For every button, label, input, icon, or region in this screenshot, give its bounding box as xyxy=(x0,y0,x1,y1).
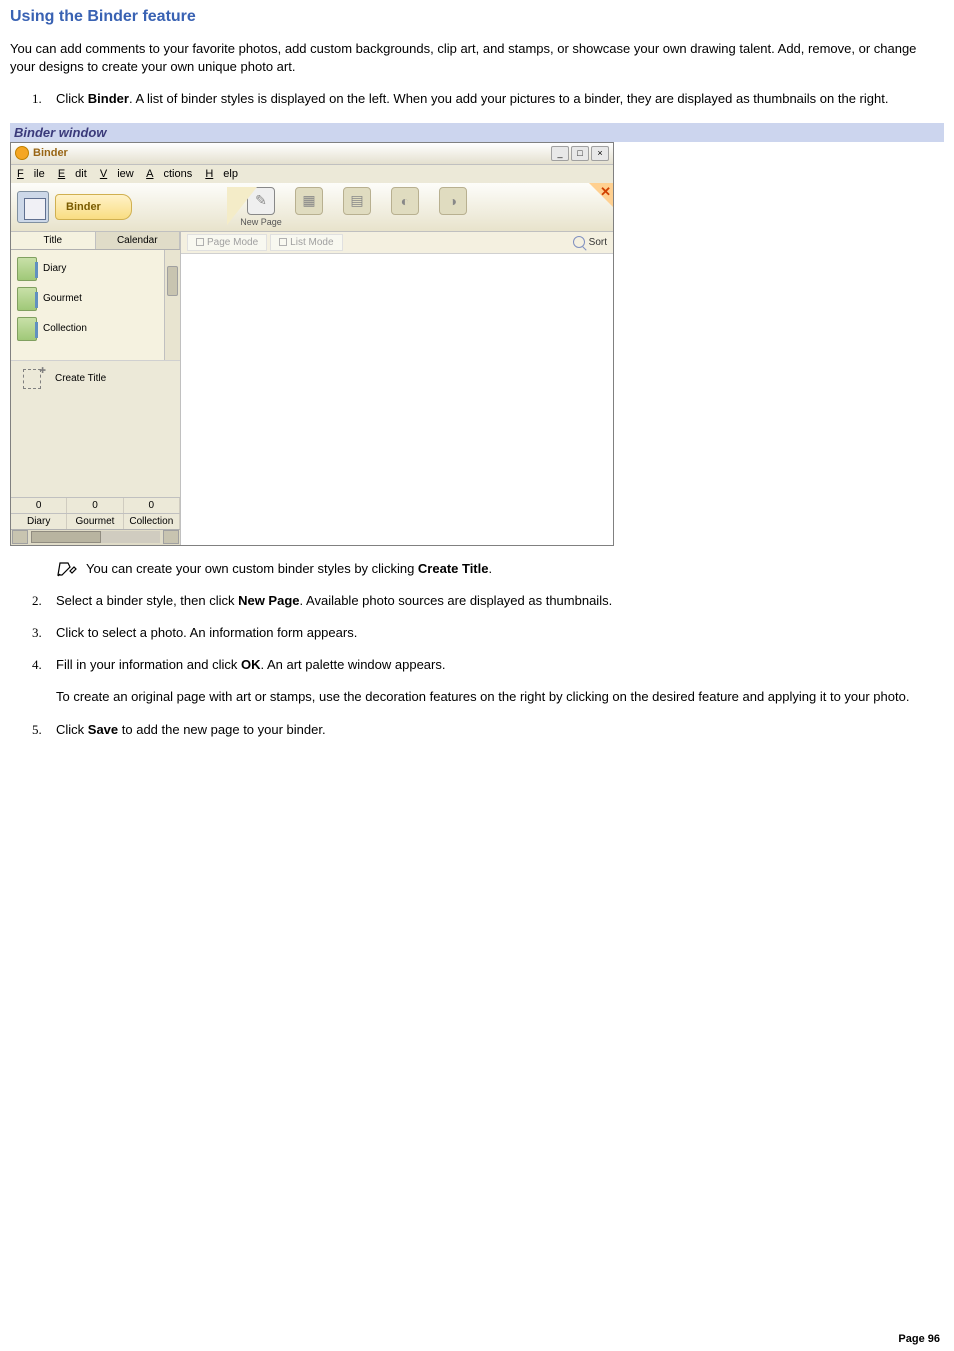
tool-button-4[interactable]: ◐ xyxy=(387,187,423,227)
toolbar-left: Binder xyxy=(11,183,221,231)
page-number: Page 96 xyxy=(0,1327,954,1351)
tool-button-2[interactable]: ▦ xyxy=(291,187,327,227)
tool-icon: ◑ xyxy=(439,187,467,215)
count-label-collection: Collection xyxy=(124,514,180,529)
thumbnail-area xyxy=(181,254,613,520)
style-item-collection[interactable]: Collection xyxy=(15,314,176,344)
step-2: 2. Select a binder style, then click New… xyxy=(56,592,944,610)
binder-window-screenshot: Binder _ □ × File Edit View Actions Help… xyxy=(10,142,614,546)
count-label-gourmet: Gourmet xyxy=(67,514,123,529)
tool-icon: ◐ xyxy=(391,187,419,215)
step-4: 4. Fill in your information and click OK… xyxy=(56,656,944,706)
close-button[interactable]: × xyxy=(591,146,609,161)
screenshot-caption: Binder window xyxy=(10,123,944,142)
create-title-icon xyxy=(23,369,41,389)
create-title-button[interactable]: Create Title xyxy=(11,360,180,397)
step-5: 5. Click Save to add the new page to you… xyxy=(56,721,944,739)
count-collection: 0 xyxy=(124,498,180,513)
window-title: Binder xyxy=(33,147,551,159)
count-diary: 0 xyxy=(11,498,67,513)
menu-actions[interactable]: Actions xyxy=(146,168,192,180)
binder-tab[interactable]: Binder xyxy=(55,194,132,220)
list-mode-button[interactable]: List Mode xyxy=(270,234,342,251)
tool-button-5[interactable]: ◑ xyxy=(435,187,471,227)
binder-style-icon xyxy=(17,287,37,311)
menu-edit[interactable]: Edit xyxy=(58,168,87,180)
binder-style-icon xyxy=(17,317,37,341)
maximize-button[interactable]: □ xyxy=(571,146,589,161)
binder-style-icon xyxy=(17,257,37,281)
menu-file[interactable]: File xyxy=(17,168,45,180)
page-mode-button[interactable]: Page Mode xyxy=(187,234,267,251)
magnifier-icon xyxy=(573,236,585,248)
scrollbar-horizontal[interactable] xyxy=(11,529,180,545)
tool-button-3[interactable]: ▤ xyxy=(339,187,375,227)
binder-icon xyxy=(17,191,49,223)
titlebar: Binder _ □ × xyxy=(11,143,613,165)
right-panel: Page Mode List Mode Sort xyxy=(181,232,613,545)
menu-help[interactable]: Help xyxy=(205,168,238,180)
menubar: File Edit View Actions Help xyxy=(11,165,613,183)
list-mode-icon xyxy=(279,238,287,246)
scrollbar-vertical[interactable] xyxy=(164,250,180,360)
page-mode-icon xyxy=(196,238,204,246)
step-1: 1. Click Binder. A list of binder styles… xyxy=(56,90,944,108)
tab-title[interactable]: Title xyxy=(11,232,96,249)
style-item-gourmet[interactable]: Gourmet xyxy=(15,284,176,314)
minimize-button[interactable]: _ xyxy=(551,146,569,161)
tool-icon: ▦ xyxy=(295,187,323,215)
count-gourmet: 0 xyxy=(67,498,123,513)
toolbar-right: ✎ New Page ▦ ▤ ◐ ◑ ✕ xyxy=(221,183,613,231)
count-label-diary: Diary xyxy=(11,514,67,529)
page-title: Using the Binder feature xyxy=(10,8,944,26)
intro-text: You can add comments to your favorite ph… xyxy=(10,40,944,76)
style-list: Diary Gourmet Collection xyxy=(11,250,180,360)
tab-calendar[interactable]: Calendar xyxy=(96,232,181,249)
panel-close-icon[interactable]: ✕ xyxy=(600,184,611,200)
style-item-diary[interactable]: Diary xyxy=(15,254,176,284)
left-panel: Title Calendar Diary Gourmet Collection … xyxy=(11,232,181,545)
tool-icon: ▤ xyxy=(343,187,371,215)
note: You can create your own custom binder st… xyxy=(56,560,944,578)
step-3: 3. Click to select a photo. An informati… xyxy=(56,624,944,642)
sort-button[interactable]: Sort xyxy=(573,236,607,248)
note-icon xyxy=(56,561,78,577)
app-icon xyxy=(15,146,29,160)
menu-view[interactable]: View xyxy=(100,168,134,180)
